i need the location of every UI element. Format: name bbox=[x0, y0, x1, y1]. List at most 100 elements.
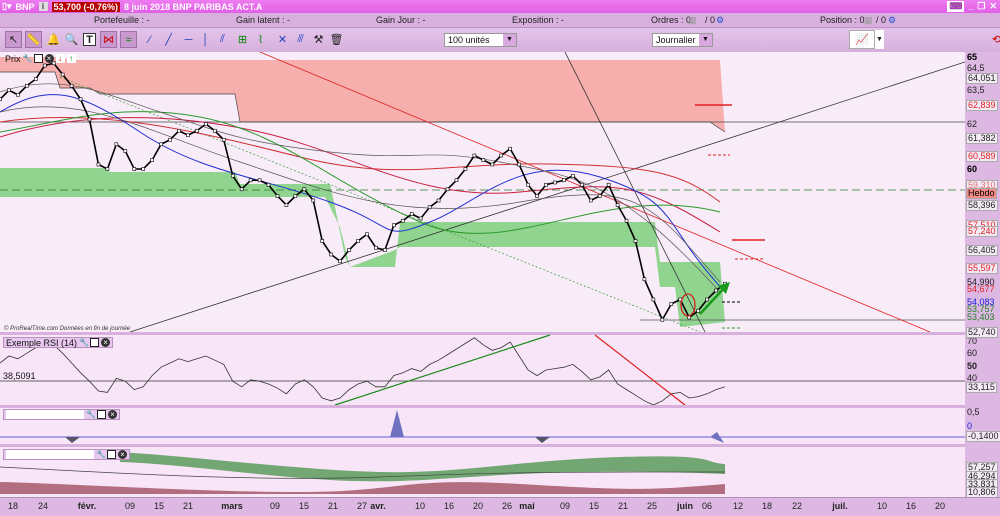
date-tick: 25 bbox=[646, 501, 658, 511]
osc-current-value: -0,1400 bbox=[966, 431, 1000, 442]
chevron-down-icon[interactable]: ▼ bbox=[503, 34, 516, 46]
bottom-pane-header: 🔧 × bbox=[3, 449, 130, 460]
price-point bbox=[257, 178, 262, 183]
keyboard-icon[interactable]: ⌨ bbox=[947, 1, 965, 12]
date-tick: mai bbox=[519, 501, 535, 511]
ordres-grid-icon[interactable]: ▦ bbox=[688, 15, 697, 26]
fibonacci-icon[interactable]: ⊞ bbox=[234, 31, 251, 48]
price-axis-label: 65 bbox=[967, 51, 978, 62]
price-point bbox=[571, 173, 575, 178]
text-tool-icon[interactable]: T bbox=[83, 33, 96, 46]
line-tool-icon[interactable]: ╱ bbox=[160, 31, 177, 48]
price-point bbox=[356, 239, 360, 243]
close-button[interactable]: ✕ bbox=[989, 1, 997, 12]
price-point bbox=[329, 252, 333, 257]
close-icon[interactable]: × bbox=[118, 450, 127, 459]
price-point bbox=[615, 203, 620, 207]
price-point bbox=[651, 297, 656, 302]
price-point bbox=[535, 194, 539, 198]
maximize-icon[interactable] bbox=[107, 450, 116, 459]
price-point bbox=[409, 212, 414, 216]
ruler-tool-icon[interactable]: 📏 bbox=[25, 31, 42, 48]
price-point bbox=[213, 128, 217, 133]
zoom-magnifier-icon[interactable]: 🔍 bbox=[63, 31, 80, 48]
price-point bbox=[463, 167, 468, 171]
maximize-icon[interactable] bbox=[90, 338, 100, 347]
pane-separator[interactable] bbox=[0, 444, 965, 447]
price-axis-label: 62 bbox=[967, 119, 978, 129]
trash-icon[interactable]: 🗑 bbox=[328, 31, 345, 48]
tools-icon[interactable]: ⚒ bbox=[310, 31, 327, 48]
arrow-up-icon[interactable]: ↑ bbox=[66, 54, 76, 63]
close-icon[interactable]: × bbox=[44, 54, 54, 63]
info-icon[interactable]: i bbox=[38, 2, 48, 11]
chart-style-icon[interactable]: 📈 bbox=[849, 30, 875, 49]
wrench-icon[interactable]: 🔧 bbox=[86, 410, 96, 419]
price-point bbox=[132, 167, 137, 171]
price-point bbox=[123, 149, 128, 153]
wrench-icon[interactable]: 🔧 bbox=[23, 54, 33, 63]
sync-icon[interactable]: ⟲ bbox=[988, 31, 1000, 48]
zigzag-icon[interactable]: ⌇ bbox=[252, 31, 269, 48]
wrench-icon[interactable]: 🔧 bbox=[96, 450, 106, 459]
oscillator-pane-header: 🔧 × bbox=[3, 409, 120, 420]
date-tick: 18 bbox=[761, 501, 773, 511]
price-axis-label: 55,597 bbox=[966, 263, 998, 275]
price-point bbox=[320, 239, 325, 243]
date-tick: juin bbox=[677, 501, 693, 511]
channel-tool-icon[interactable]: ⋈ bbox=[100, 31, 117, 48]
minimize-button[interactable]: _ bbox=[968, 1, 973, 12]
alert-bell-icon[interactable]: 🔔 bbox=[45, 31, 62, 48]
price-pane-header: Prix 🔧 × ↓ ↑ bbox=[3, 53, 78, 64]
close-icon[interactable]: × bbox=[108, 410, 117, 419]
arrow-down-icon[interactable]: ↓ bbox=[55, 54, 65, 63]
date-tick: 27 bbox=[356, 501, 368, 511]
candlestick-icon[interactable]: ▯▾ bbox=[2, 1, 11, 12]
chevron-down-icon[interactable]: ▼ bbox=[875, 30, 884, 49]
pane-separator[interactable] bbox=[0, 405, 965, 408]
restore-button[interactable]: ❐ bbox=[977, 1, 985, 12]
price-point bbox=[34, 77, 38, 81]
cross-tool-icon[interactable]: ✕ bbox=[274, 31, 291, 48]
price-point bbox=[78, 97, 83, 102]
position: Position : 0 bbox=[820, 15, 865, 25]
price-axis[interactable]: 70 60 50 40 33,115 0,5 0 -0,1400 57,257 … bbox=[965, 51, 1000, 498]
symbol[interactable]: BNP bbox=[15, 2, 34, 12]
maximize-icon[interactable] bbox=[97, 410, 106, 419]
horizontal-line-icon[interactable]: ─ bbox=[180, 31, 197, 48]
price-point bbox=[7, 88, 11, 93]
price-point bbox=[96, 162, 101, 167]
trend-channel-icon[interactable]: ≈ bbox=[120, 31, 137, 48]
vertical-line-icon[interactable]: │ bbox=[197, 31, 214, 48]
price-point bbox=[544, 182, 548, 187]
oscillator-name-field[interactable] bbox=[6, 410, 84, 419]
segment-tool-icon[interactable]: ⁄ bbox=[141, 31, 158, 48]
maximize-icon[interactable] bbox=[33, 54, 43, 63]
price-point bbox=[418, 216, 423, 221]
data-credit: © ProRealTime.com Données en fin de jour… bbox=[4, 326, 131, 332]
price-point bbox=[266, 182, 271, 187]
pane-separator[interactable] bbox=[0, 332, 965, 335]
date-axis[interactable]: 18 24 févr. 09 15 21 mars 09 15 21 27 avr. 10 16 20 26 m… bbox=[0, 497, 1000, 516]
price-point bbox=[714, 288, 718, 293]
chart-area[interactable]: Prix 🔧 × ↓ ↑ © ProRealTime.com Données e… bbox=[0, 51, 966, 497]
price-point bbox=[553, 180, 557, 185]
bottom-pane-name-field[interactable] bbox=[6, 450, 94, 459]
price-axis-label: 52,740 bbox=[966, 327, 998, 339]
gann-tool-icon[interactable]: ⫻ bbox=[292, 31, 309, 48]
period-select[interactable]: Journalier ▼ bbox=[652, 33, 713, 47]
parallel-lines-icon[interactable]: ⫽ bbox=[214, 31, 231, 48]
price-point bbox=[508, 146, 512, 151]
quantity-select[interactable]: 100 unités ▼ bbox=[444, 33, 517, 47]
chevron-down-icon[interactable]: ▼ bbox=[699, 34, 712, 46]
price-point bbox=[230, 173, 235, 178]
pointer-tool-icon[interactable]: ↖ bbox=[5, 31, 22, 48]
wrench-icon[interactable]: 🔧 bbox=[79, 338, 89, 347]
price-point bbox=[481, 158, 486, 162]
date-tick: 12 bbox=[732, 501, 744, 511]
position-grid-icon[interactable]: ▦ bbox=[864, 15, 873, 26]
rsi-pane-bg bbox=[0, 335, 965, 405]
close-icon[interactable]: × bbox=[101, 338, 111, 347]
ordres-settings-icon[interactable]: ⚙ bbox=[716, 15, 724, 26]
position-settings-icon[interactable]: ⚙ bbox=[888, 15, 896, 26]
